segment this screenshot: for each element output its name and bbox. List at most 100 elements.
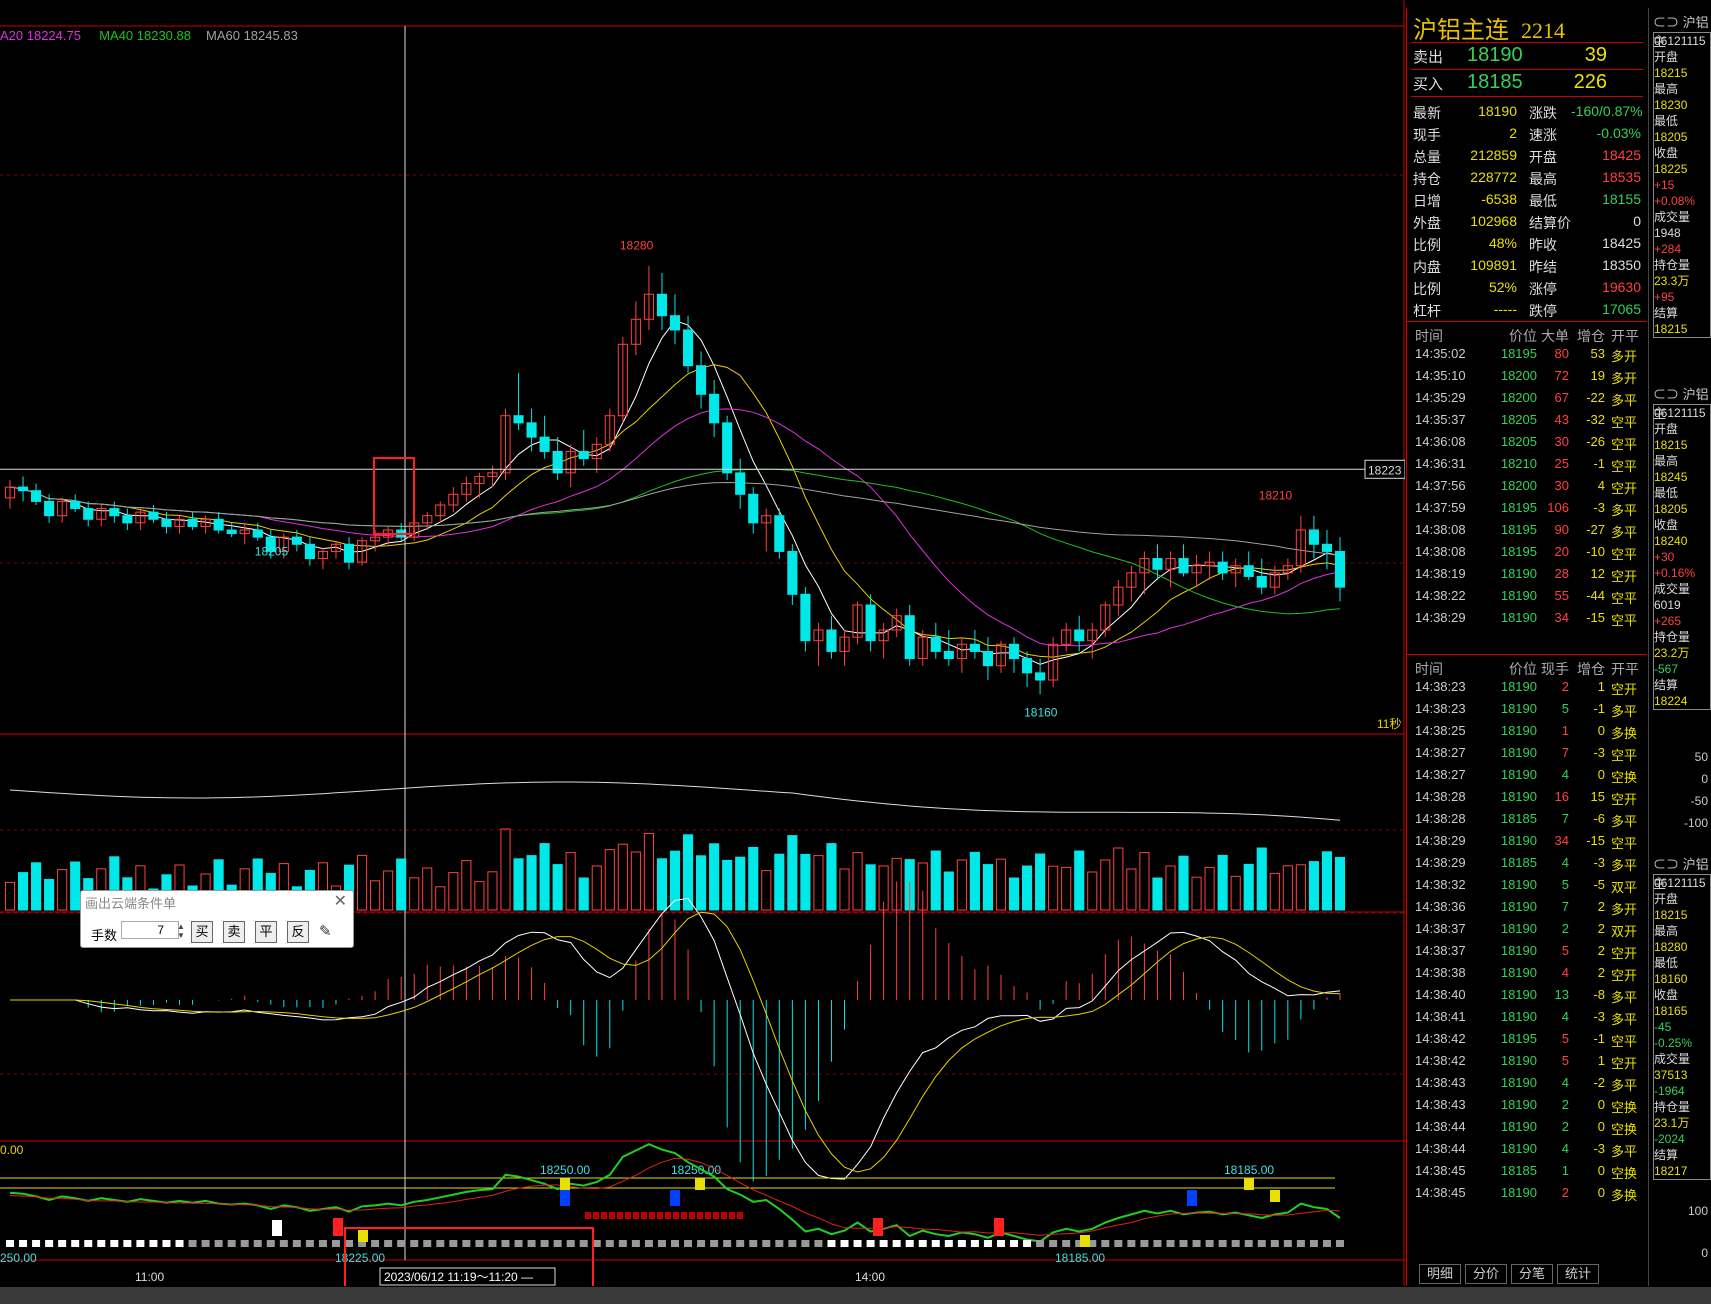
tick-cell: 多平	[1611, 814, 1638, 829]
stat-value: 18155	[1602, 191, 1641, 207]
tick-row[interactable]: 14:35:02 18195 80 53 多开	[1411, 344, 1643, 366]
tick-cell: -1	[1593, 1031, 1605, 1046]
tick-row[interactable]: 14:38:37 18190 5 2 空开	[1411, 941, 1643, 963]
tick-row[interactable]: 14:38:27 18190 4 0 空换	[1411, 765, 1643, 787]
tick-row[interactable]: 14:37:59 18195 106 -3 多平	[1411, 498, 1643, 520]
stat-value: 2	[1509, 125, 1517, 141]
tick-cell: 14:38:29	[1415, 833, 1466, 848]
tick-row[interactable]: 14:38:27 18190 7 -3 空平	[1411, 743, 1643, 765]
tick-row[interactable]: 14:38:43 18190 2 0 空换	[1411, 1095, 1643, 1117]
qty-input[interactable]	[121, 921, 179, 939]
detail-tabs[interactable]: 明细 分价 分笔 统计	[1411, 1264, 1643, 1284]
ask-price[interactable]: 18190	[1467, 44, 1523, 67]
tick-row[interactable]: 14:38:45 18185 1 0 空换	[1411, 1161, 1643, 1183]
tab-0[interactable]: 明细	[1419, 1264, 1461, 1284]
tick-cell: 18190	[1500, 610, 1537, 625]
tick-row[interactable]: 14:38:29 18190 34 -15 空平	[1411, 608, 1643, 630]
bid-row[interactable]: 买入 18185 226	[1411, 70, 1643, 97]
tick-row[interactable]: 14:38:44 18190 4 -3 多平	[1411, 1139, 1643, 1161]
tick-row[interactable]: 14:36:08 18205 30 -26 空平	[1411, 432, 1643, 454]
tick-row[interactable]: 14:38:29 18190 34 -15 空平	[1411, 831, 1643, 853]
tick-cell: -5	[1593, 877, 1605, 892]
stat-label: 昨收	[1529, 237, 1557, 253]
tick-row[interactable]: 14:38:25 18190 1 0 多换	[1411, 721, 1643, 743]
volume-bar	[865, 864, 876, 911]
signal-marker-yellow	[1270, 1190, 1280, 1202]
candle	[787, 550, 798, 595]
tick-row[interactable]: 14:38:23 18190 2 1 空开	[1411, 677, 1643, 699]
tick-row[interactable]: 14:38:40 18190 13 -8 多平	[1411, 985, 1643, 1007]
qty-stepper[interactable]: ▲ ▼	[177, 922, 185, 940]
buy-button[interactable]: 买	[191, 921, 213, 943]
sell-button[interactable]: 卖	[223, 921, 245, 943]
close-position-button[interactable]: 平	[255, 921, 277, 943]
tick-row[interactable]: 14:38:08 18195 90 -27 多平	[1411, 520, 1643, 542]
signal-cell-red	[617, 1212, 623, 1219]
axis-label: -100	[1683, 816, 1708, 830]
reverse-button[interactable]: 反	[287, 921, 309, 943]
signal-cell	[1283, 1240, 1292, 1247]
tick-row[interactable]: 14:37:56 18200 30 4 空开	[1411, 476, 1643, 498]
tick-cell: 18185	[1500, 811, 1537, 826]
tick-row[interactable]: 14:38:36 18190 7 2 多开	[1411, 897, 1643, 919]
tick-cell: 多平	[1611, 503, 1638, 518]
ask-row[interactable]: 卖出 18190 39	[1411, 42, 1643, 70]
tick-row[interactable]: 14:35:29 18200 67 -22 多平	[1411, 388, 1643, 410]
tick-cell: -22	[1586, 390, 1605, 405]
tick-cell: 1	[1561, 723, 1569, 738]
tick-row[interactable]: 14:38:41 18190 4 -3 多平	[1411, 1007, 1643, 1029]
tick-row[interactable]: 14:38:42 18190 5 1 空开	[1411, 1051, 1643, 1073]
tick-row[interactable]: 14:38:38 18190 4 2 空开	[1411, 963, 1643, 985]
stat-label: 现手	[1413, 127, 1441, 143]
volume-bar	[461, 860, 472, 911]
tick-row[interactable]: 14:38:43 18190 4 -2 多平	[1411, 1073, 1643, 1095]
signal-cell	[488, 1240, 497, 1247]
tick-cell: 14:38:27	[1415, 745, 1466, 760]
tick-cell: 5	[1561, 701, 1569, 716]
candle	[1256, 575, 1267, 588]
volume-bar	[591, 865, 602, 911]
tab-3[interactable]: 统计	[1557, 1264, 1599, 1284]
tick-row[interactable]: 14:35:37 18205 43 -32 空平	[1411, 410, 1643, 432]
tick-cell: 多平	[1611, 990, 1638, 1005]
tick-row[interactable]: 14:38:42 18195 5 -1 空平	[1411, 1029, 1643, 1051]
tab-1[interactable]: 分价	[1465, 1264, 1507, 1284]
tick-row[interactable]: 14:38:45 18190 2 0 多换	[1411, 1183, 1643, 1205]
signal-cell	[175, 1240, 184, 1247]
volume-bar	[1087, 871, 1098, 911]
tick-row[interactable]: 14:36:31 18210 25 -1 空平	[1411, 454, 1643, 476]
chart-area[interactable]: A20 18224.75 MA40 18230.88 MA60 18245.83 18…	[0, 0, 1406, 1303]
kline-chart[interactable]: A20 18224.75 MA40 18230.88 MA60 18245.83 18…	[0, 0, 1406, 1303]
tick-row[interactable]: 14:38:28 18185 7 -6 多平	[1411, 809, 1643, 831]
tick-row[interactable]: 14:38:37 18190 2 2 双开	[1411, 919, 1643, 941]
tick-cell: 14:38:19	[1415, 566, 1466, 581]
candle	[1035, 672, 1046, 681]
tick-cell: 18190	[1500, 1009, 1537, 1024]
mini-value: 23.1万	[1654, 1116, 1690, 1130]
stat-row: 持仓 228772 最高 18535	[1411, 166, 1643, 188]
mini-value: 06121115	[1654, 876, 1706, 890]
tick-row[interactable]: 14:38:19 18190 28 12 空开	[1411, 564, 1643, 586]
tab-2[interactable]: 分笔	[1511, 1264, 1553, 1284]
candle	[161, 518, 172, 527]
tick-cell: 34	[1554, 610, 1569, 625]
column-header: 开平	[1611, 661, 1639, 677]
tick-row[interactable]: 14:38:44 18190 2 0 空换	[1411, 1117, 1643, 1139]
bid-price[interactable]: 18185	[1467, 71, 1523, 94]
tick-row[interactable]: 14:38:08 18195 20 -10 空平	[1411, 542, 1643, 564]
close-icon[interactable]: ✕	[334, 891, 347, 911]
cloud-order-dialog[interactable]: 画出云端条件单 ✕ 手数 ▲▼ 买 卖 平 反 ✎	[80, 890, 354, 948]
tick-row[interactable]: 14:35:10 18200 72 19 多开	[1411, 366, 1643, 388]
tick-row[interactable]: 14:38:28 18190 16 15 空开	[1411, 787, 1643, 809]
tick-cell: 18195	[1500, 544, 1537, 559]
pen-icon[interactable]: ✎	[319, 922, 332, 940]
tick-cell: 14:38:25	[1415, 723, 1466, 738]
volume-bar	[422, 867, 433, 911]
tick-row[interactable]: 14:38:22 18190 55 -44 空平	[1411, 586, 1643, 608]
stat-value: 18425	[1602, 235, 1641, 251]
signal-cell	[1296, 1240, 1305, 1247]
tick-row[interactable]: 14:38:32 18190 5 -5 双平	[1411, 875, 1643, 897]
candle	[148, 511, 159, 520]
tick-row[interactable]: 14:38:29 18185 4 -3 多平	[1411, 853, 1643, 875]
tick-row[interactable]: 14:38:23 18190 5 -1 多平	[1411, 699, 1643, 721]
